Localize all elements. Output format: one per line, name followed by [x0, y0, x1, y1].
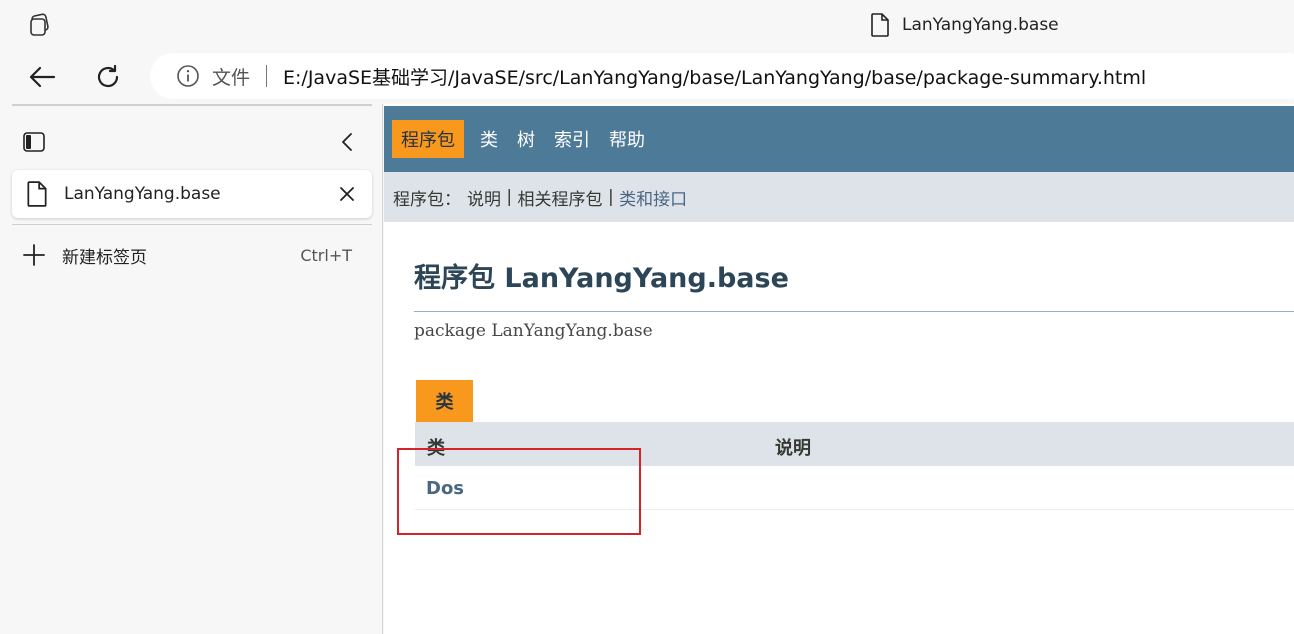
arrow-left-icon — [29, 66, 56, 88]
nav-class[interactable]: 类 — [480, 126, 498, 152]
subnav-related-packages: 相关程序包 — [517, 189, 603, 210]
package-signature: package LanYangYang.base — [414, 321, 653, 341]
back-button[interactable] — [24, 59, 60, 95]
workspaces-icon[interactable] — [27, 12, 53, 38]
tab-actions-icon[interactable] — [22, 130, 46, 154]
header-rule — [414, 311, 1294, 312]
chevron-left-icon[interactable] — [336, 130, 360, 154]
subnav-prefix: 程序包： — [393, 189, 461, 210]
refresh-button[interactable] — [90, 59, 126, 95]
title-bar: LanYangYang.base — [0, 0, 1294, 50]
sidebar-divider — [12, 104, 372, 106]
sidebar-tab-item[interactable]: LanYangYang.base — [12, 170, 372, 218]
vertical-tabs-sidebar: LanYangYang.base 新建标签页 Ctrl+T — [0, 104, 383, 634]
subnav-separator: | — [501, 187, 518, 207]
sidebar-divider — [12, 224, 372, 225]
class-summary-tab: 类 — [416, 380, 473, 422]
info-icon[interactable] — [176, 64, 200, 88]
javadoc-top-nav: 程序包 类 树 索引 帮助 — [384, 106, 1294, 172]
sidebar-tab-label: LanYangYang.base — [64, 184, 221, 204]
url-separator — [266, 65, 268, 87]
javadoc-sub-nav: 程序包： 说明 | 相关程序包 | 类和接口 — [384, 172, 1294, 222]
toolbar: 文件 E:/JavaSE基础学习/JavaSE/src/LanYangYang/… — [0, 50, 1294, 104]
document-icon — [871, 13, 889, 37]
package-header: 程序包 LanYangYang.base — [414, 256, 1294, 312]
document-icon — [27, 181, 47, 207]
page-content: 程序包 类 树 索引 帮助 程序包： 说明 | 相关程序包 | 类和接口 程序包… — [384, 104, 1294, 634]
page-title: 程序包 LanYangYang.base — [414, 263, 789, 294]
nav-help[interactable]: 帮助 — [609, 126, 645, 152]
red-highlight-box — [397, 448, 641, 535]
window-title-text: LanYangYang.base — [902, 15, 1059, 35]
nav-tree[interactable]: 树 — [517, 126, 535, 152]
window-title: LanYangYang.base — [870, 12, 1059, 38]
address-bar[interactable]: 文件 E:/JavaSE基础学习/JavaSE/src/LanYangYang/… — [150, 53, 1294, 99]
new-tab-button[interactable]: 新建标签页 Ctrl+T — [22, 240, 362, 270]
subnav-separator: | — [602, 187, 620, 207]
column-header-description: 说明 — [775, 438, 811, 459]
subnav-description: 说明 — [467, 189, 501, 210]
new-tab-label: 新建标签页 — [62, 247, 147, 268]
new-tab-shortcut: Ctrl+T — [300, 245, 352, 265]
protocol-label: 文件 — [212, 66, 251, 89]
refresh-icon — [97, 64, 119, 88]
url-text[interactable]: E:/JavaSE基础学习/JavaSE/src/LanYangYang/bas… — [283, 63, 1146, 90]
nav-package: 程序包 — [392, 120, 464, 158]
nav-index[interactable]: 索引 — [554, 126, 590, 152]
close-icon[interactable] — [336, 183, 358, 205]
subnav-classes-link[interactable]: 类和接口 — [619, 185, 687, 210]
plus-icon — [23, 244, 45, 266]
